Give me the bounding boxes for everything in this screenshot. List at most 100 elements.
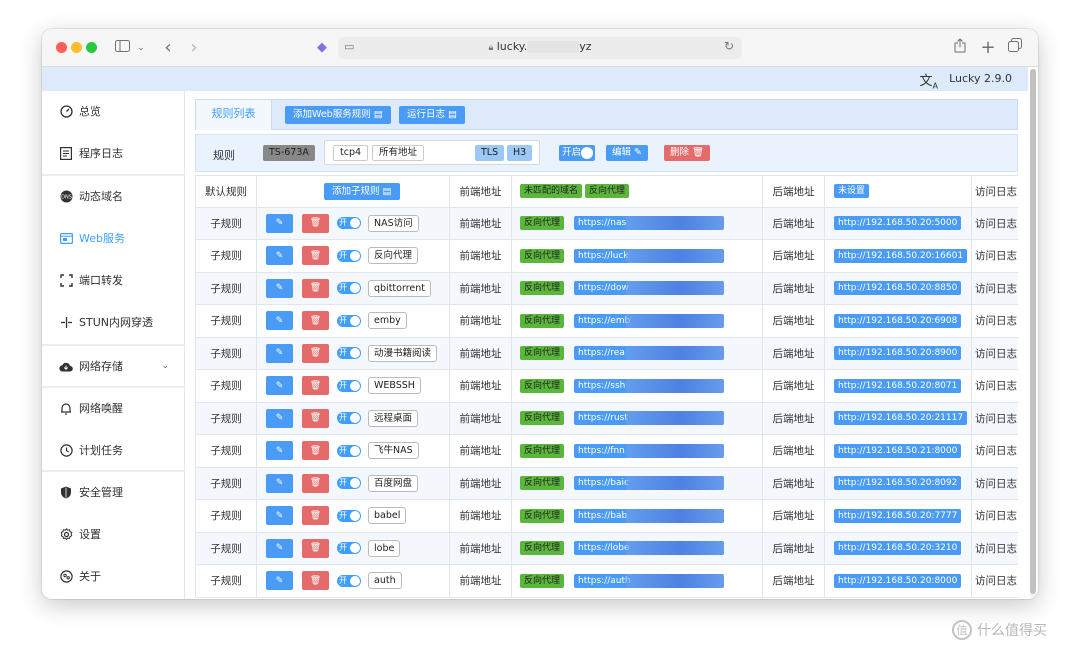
sidebar-item-scheduled-tasks[interactable]: 计划任务 bbox=[42, 430, 185, 470]
access-log-link[interactable]: 访问日志 bbox=[972, 500, 1018, 533]
edit-sub-rule-button[interactable]: ✎ bbox=[266, 571, 293, 591]
edit-sub-rule-button[interactable]: ✎ bbox=[266, 213, 293, 233]
sidebar-item-program-log[interactable]: 程序日志 bbox=[42, 133, 185, 173]
access-log-link[interactable]: 访问日志 bbox=[972, 175, 1018, 208]
sidebar-item-label: Web服务 bbox=[79, 232, 125, 245]
page-scrollbar[interactable] bbox=[1030, 69, 1036, 597]
access-log-link[interactable]: 访问日志 bbox=[972, 565, 1018, 598]
access-log-link[interactable]: 访问日志 bbox=[972, 467, 1018, 500]
sub-rule-enable-switch[interactable]: 开 bbox=[337, 282, 361, 295]
edit-sub-rule-button[interactable]: ✎ bbox=[266, 246, 293, 266]
sub-rule-enable-switch[interactable]: 开 bbox=[337, 542, 361, 555]
delete-sub-rule-button[interactable]: 🗑︎ bbox=[302, 278, 329, 298]
delete-sub-rule-button[interactable]: 🗑︎ bbox=[302, 473, 329, 493]
access-log-link[interactable]: 访问日志 bbox=[972, 272, 1018, 305]
zoom-window-button[interactable] bbox=[86, 42, 97, 53]
edit-sub-rule-button[interactable]: ✎ bbox=[266, 506, 293, 526]
delete-sub-rule-button[interactable]: 🗑︎ bbox=[302, 506, 329, 526]
access-log-link[interactable]: 访问日志 bbox=[972, 370, 1018, 403]
address-bar[interactable]: ▭ 🔒︎ lucky. yz ↻ bbox=[338, 37, 742, 59]
frontend-addr-label: 前端地址 bbox=[450, 402, 512, 435]
switch-knob bbox=[581, 147, 593, 159]
tab-rule-list[interactable]: 规则列表 bbox=[196, 100, 272, 130]
edit-sub-rule-button[interactable]: ✎ bbox=[266, 311, 293, 331]
new-tab-icon[interactable]: + bbox=[980, 38, 996, 58]
sidebar-item-stun[interactable]: STUN内网穿透 bbox=[42, 302, 185, 342]
sidebar-icon[interactable] bbox=[114, 38, 130, 58]
frontend-url-tag: https://ssh bbox=[574, 378, 725, 393]
edit-rule-button[interactable]: 编辑 ✎ bbox=[606, 145, 649, 161]
sub-rule-enable-switch[interactable]: 开 bbox=[337, 249, 361, 262]
share-icon[interactable] bbox=[952, 38, 968, 58]
toggle-on-label: 开 bbox=[339, 445, 347, 455]
run-log-button[interactable]: 运行日志 ▤ bbox=[399, 106, 466, 124]
edit-sub-rule-button[interactable]: ✎ bbox=[266, 408, 293, 428]
sidebar-item-web-service[interactable]: Web服务 bbox=[42, 218, 185, 258]
chevron-down-icon[interactable]: ⌄ bbox=[136, 38, 146, 58]
edit-sub-rule-button[interactable]: ✎ bbox=[266, 376, 293, 396]
sidebar-item-about[interactable]: 关于 bbox=[42, 556, 185, 596]
delete-sub-rule-button[interactable]: 🗑︎ bbox=[302, 538, 329, 558]
access-log-link[interactable]: 访问日志 bbox=[972, 305, 1018, 338]
sidebar-item-wake-on-lan[interactable]: 网络唤醒 bbox=[42, 388, 185, 428]
delete-sub-rule-button[interactable]: 🗑︎ bbox=[302, 571, 329, 591]
rule-enable-switch[interactable]: 开启 bbox=[559, 145, 595, 161]
sub-rule-enable-switch[interactable]: 开 bbox=[337, 379, 361, 392]
sub-rule-enable-switch[interactable]: 开 bbox=[337, 574, 361, 587]
forward-icon[interactable]: › bbox=[186, 38, 202, 58]
reverse-proxy-tag: 反向代理 bbox=[520, 411, 565, 426]
scrollbar-thumb[interactable] bbox=[1030, 69, 1036, 594]
frontend-url: https://rea bbox=[578, 348, 625, 359]
minimize-window-button[interactable] bbox=[71, 42, 82, 53]
delete-sub-rule-button[interactable]: 🗑︎ bbox=[302, 343, 329, 363]
sidebar-item-ddns[interactable]: DNS 动态域名 bbox=[42, 176, 185, 216]
edit-sub-rule-button[interactable]: ✎ bbox=[266, 473, 293, 493]
sub-rule-enable-switch[interactable]: 开 bbox=[337, 444, 361, 457]
sidebar-item-port-forward[interactable]: 端口转发 bbox=[42, 260, 185, 300]
dashboard-icon bbox=[59, 104, 73, 118]
delete-sub-rule-button[interactable]: 🗑︎ bbox=[302, 376, 329, 396]
delete-sub-rule-button[interactable]: 🗑︎ bbox=[302, 408, 329, 428]
delete-sub-rule-button[interactable]: 🗑︎ bbox=[302, 213, 329, 233]
sub-rule-enable-switch[interactable]: 开 bbox=[337, 217, 361, 230]
url-redacted bbox=[626, 346, 725, 361]
close-window-button[interactable] bbox=[56, 42, 67, 53]
edit-sub-rule-button[interactable]: ✎ bbox=[266, 278, 293, 298]
sub-rule-enable-switch[interactable]: 开 bbox=[337, 347, 361, 360]
access-log-link[interactable]: 访问日志 bbox=[972, 240, 1018, 273]
edit-sub-rule-button[interactable]: ✎ bbox=[266, 538, 293, 558]
delete-sub-rule-button[interactable]: 🗑︎ bbox=[302, 311, 329, 331]
sub-rule-enable-switch[interactable]: 开 bbox=[337, 314, 361, 327]
add-web-rule-button[interactable]: 添加Web服务规则 ▤ bbox=[285, 106, 391, 124]
sidebar-item-network-storage[interactable]: 网络存储 ⌄ bbox=[42, 346, 185, 386]
delete-sub-rule-button[interactable]: 🗑︎ bbox=[302, 246, 329, 266]
access-log-link[interactable]: 访问日志 bbox=[972, 207, 1018, 240]
sidebar-item-settings[interactable]: 设置 bbox=[42, 514, 185, 554]
sub-rule-enable-switch[interactable]: 开 bbox=[337, 509, 361, 522]
rule-type: 子规则 bbox=[195, 500, 257, 533]
add-sub-rule-button[interactable]: 添加子规则 ▤ bbox=[324, 182, 400, 200]
access-log-link[interactable]: 访问日志 bbox=[972, 402, 1018, 435]
back-icon[interactable]: ‹ bbox=[160, 38, 176, 58]
backend-addr-label: 后端地址 bbox=[763, 207, 825, 240]
sub-rule-enable-switch[interactable]: 开 bbox=[337, 477, 361, 490]
access-log-link[interactable]: 访问日志 bbox=[972, 532, 1018, 565]
edit-sub-rule-button[interactable]: ✎ bbox=[266, 343, 293, 363]
edit-icon: ✎ bbox=[275, 543, 284, 554]
access-log-link[interactable]: 访问日志 bbox=[972, 435, 1018, 468]
sub-rule-enable-switch[interactable]: 开 bbox=[337, 412, 361, 425]
sidebar-item-security[interactable]: 安全管理 bbox=[42, 472, 185, 512]
sidebar-item-overview[interactable]: 总览 bbox=[42, 91, 185, 131]
extension-icon[interactable]: ◆ bbox=[314, 38, 330, 58]
sidebar-item-label: 总览 bbox=[79, 105, 101, 118]
delete-sub-rule-button[interactable]: 🗑︎ bbox=[302, 441, 329, 461]
frontend-url-tag: https://baic bbox=[574, 476, 725, 491]
reload-icon[interactable]: ↻ bbox=[724, 39, 734, 53]
access-log-link[interactable]: 访问日志 bbox=[972, 337, 1018, 370]
delete-rule-button[interactable]: 删除 🗑︎ bbox=[664, 145, 711, 161]
edit-sub-rule-button[interactable]: ✎ bbox=[266, 441, 293, 461]
translate-icon[interactable]: 文A bbox=[920, 70, 939, 91]
backend-addr-label: 后端地址 bbox=[763, 532, 825, 565]
tabs-icon[interactable] bbox=[1007, 38, 1023, 58]
reverse-proxy-tag: 反向代理 bbox=[585, 184, 630, 199]
